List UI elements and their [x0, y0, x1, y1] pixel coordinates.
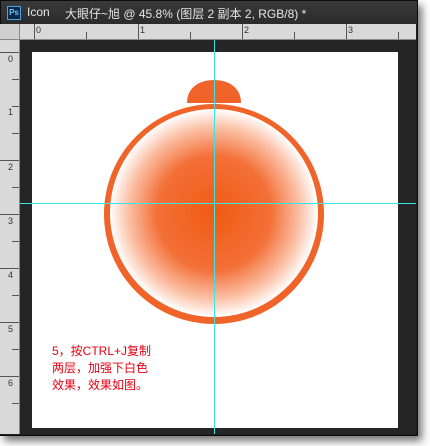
caption-line: 效果，效果如图。	[52, 378, 149, 392]
vertical-guide[interactable]	[214, 40, 215, 434]
caption-line: 5，按CTRL+J复制	[52, 344, 152, 358]
horizontal-guide[interactable]	[20, 203, 416, 204]
caption-line: 两层，加强下白色	[52, 361, 149, 375]
tutorial-caption: 5，按CTRL+J复制 两层，加强下白色 效果，效果如图。	[52, 343, 212, 394]
